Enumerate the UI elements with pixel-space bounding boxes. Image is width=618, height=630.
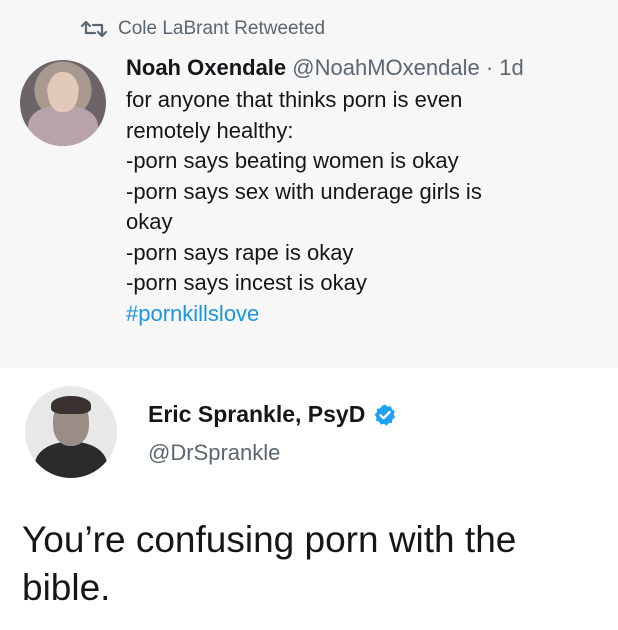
retweet-indicator[interactable]: Cole LaBrant Retweeted <box>80 18 325 40</box>
tweet-line: remotely healthy: <box>126 117 294 143</box>
tweet-line: -porn says beating women is okay <box>126 148 459 173</box>
author-handle[interactable]: @NoahMOxendale <box>292 55 479 80</box>
retweeted-tweet: Cole LaBrant Retweeted Noah Oxendale @No… <box>0 0 618 368</box>
hashtag-link[interactable]: #pornkillslove <box>126 299 482 330</box>
tweet-time[interactable]: · 1d <box>486 55 524 80</box>
reply-tweet: Eric Sprankle, PsyD @DrSprankle You’re c… <box>0 368 618 630</box>
tweet-header: Noah Oxendale @NoahMOxendale · 1d <box>126 53 524 83</box>
tweet-line: okay <box>126 209 173 234</box>
tweet-line: -porn says rape is okay <box>126 239 354 265</box>
retweet-label: Cole LaBrant Retweeted <box>118 18 326 39</box>
tweet-line: for anyone that thinks porn is even <box>126 87 463 112</box>
author-name[interactable]: Eric Sprankle, PsyD <box>148 401 365 428</box>
tweet-text: for anyone that thinks porn is even remo… <box>126 85 482 329</box>
verified-badge-icon <box>374 404 396 426</box>
tweet-line: -porn says sex with underage girls is <box>126 178 482 204</box>
avatar[interactable] <box>25 386 117 478</box>
avatar[interactable] <box>20 60 106 146</box>
author-handle[interactable]: @DrSprankle <box>148 440 280 466</box>
author-name-row: Eric Sprankle, PsyD <box>148 401 397 428</box>
tweet-text: You’re confusing porn with the bible. <box>22 519 517 608</box>
author-name[interactable]: Noah Oxendale <box>126 55 286 80</box>
retweet-icon <box>80 20 108 38</box>
tweet-line: -porn says incest is okay <box>126 270 367 295</box>
